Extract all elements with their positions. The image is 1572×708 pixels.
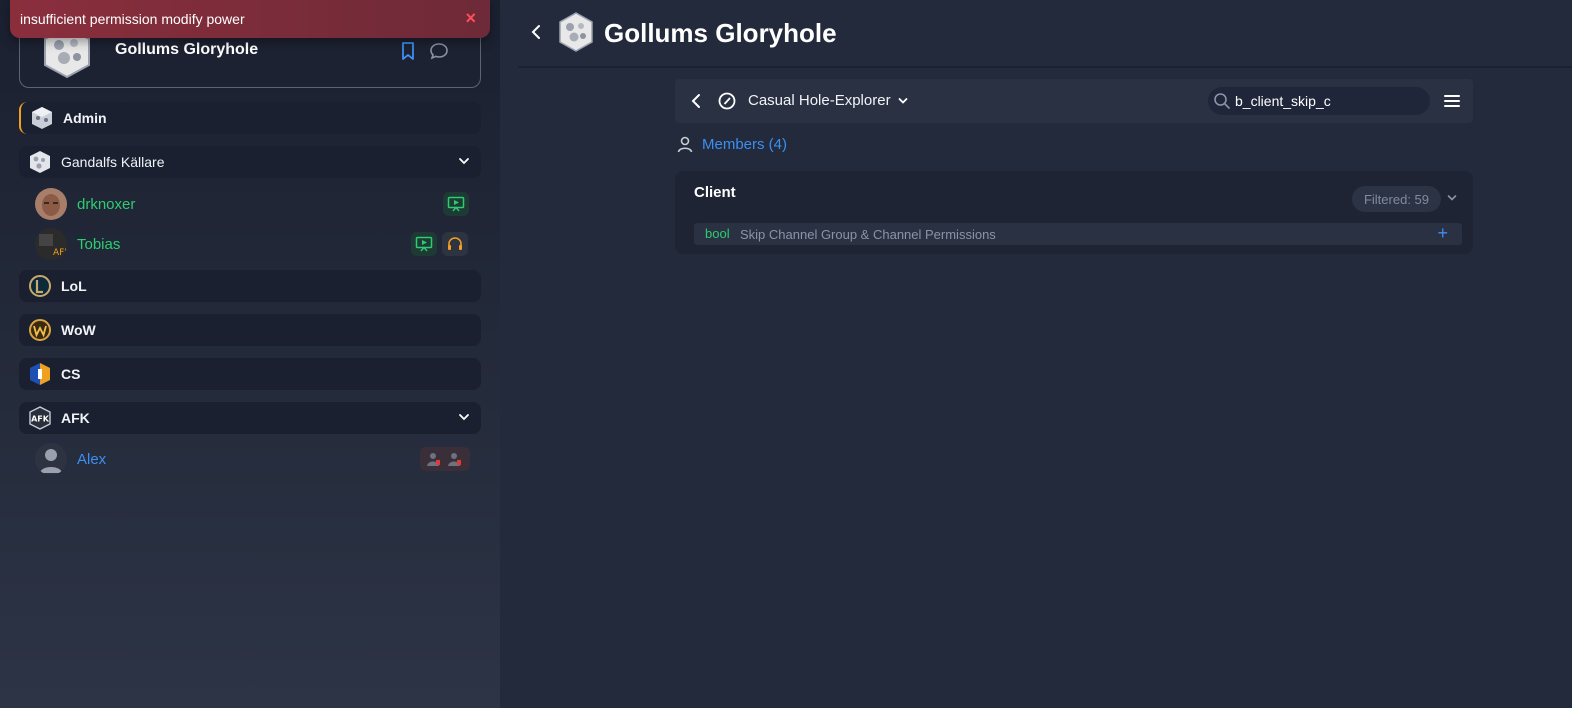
- muted-status-badge: [420, 447, 470, 471]
- permission-type: bool: [705, 226, 730, 241]
- avatar: [35, 188, 67, 220]
- muted-speaker-mic-icon: [427, 453, 461, 466]
- error-toast: insufficient permission modify power ×: [10, 0, 490, 38]
- panel-title: Client: [694, 184, 736, 201]
- channel-label: CS: [61, 366, 81, 382]
- permission-row[interactable]: bool Skip Channel Group & Channel Permis…: [694, 223, 1462, 245]
- wow-channel-icon: [29, 319, 51, 341]
- member-name: drknoxer: [77, 196, 136, 213]
- svg-text:AFK: AFK: [31, 415, 50, 424]
- permission-panel: Client Filtered: 59 bool Skip Channel Gr…: [675, 171, 1473, 254]
- headset-icon: [448, 237, 462, 250]
- screen-share-badge[interactable]: [443, 192, 469, 216]
- member-name: Alex: [77, 451, 107, 468]
- user-icon: [677, 136, 693, 153]
- chevron-down-icon[interactable]: [1446, 192, 1458, 204]
- chat-icon[interactable]: [429, 41, 449, 61]
- avatar: AFK: [35, 228, 67, 260]
- chevron-down-icon[interactable]: [457, 410, 471, 424]
- channel-afk[interactable]: AFK AFK: [19, 402, 481, 434]
- lol-channel-icon: [29, 275, 51, 297]
- search-box[interactable]: [1208, 87, 1430, 115]
- back-arrow-icon[interactable]: [687, 91, 705, 111]
- svg-text:AFK: AFK: [53, 248, 67, 258]
- page-title: Gollums Gloryhole: [604, 18, 837, 48]
- channel-gandalfs-kallare[interactable]: Gandalfs Källare: [19, 146, 481, 178]
- member-name: Tobias: [77, 236, 121, 253]
- screen-share-icon: [415, 236, 433, 252]
- channel-label: WoW: [61, 322, 96, 338]
- back-arrow-icon[interactable]: [526, 22, 546, 42]
- channel-lol[interactable]: LoL: [19, 270, 481, 302]
- admin-channel-icon: [32, 107, 52, 129]
- hamburger-menu-icon[interactable]: [1443, 92, 1461, 110]
- permission-name: Skip Channel Group & Channel Permissions: [740, 227, 996, 242]
- bookmark-icon[interactable]: [398, 41, 418, 61]
- channel-label: AFK: [61, 410, 90, 426]
- member-item[interactable]: Alex: [33, 441, 473, 477]
- search-icon: [1214, 93, 1230, 109]
- search-input[interactable]: [1235, 91, 1420, 111]
- server-logo-icon: [559, 12, 593, 52]
- afk-channel-icon: AFK: [29, 406, 51, 430]
- channel-cs[interactable]: CS: [19, 358, 481, 390]
- chevron-down-icon: [898, 97, 907, 104]
- channel-label: Gandalfs Källare: [61, 154, 165, 170]
- main-header: Gollums Gloryhole: [518, 0, 1572, 68]
- server-channel-icon: [30, 151, 50, 173]
- toast-close-button[interactable]: ×: [465, 8, 476, 29]
- member-item[interactable]: AFK Tobias: [33, 226, 473, 262]
- ban-icon: [718, 92, 736, 110]
- channel-wow[interactable]: WoW: [19, 314, 481, 346]
- members-link-label: Members (4): [702, 135, 788, 153]
- group-name: Casual Hole-Explorer: [748, 92, 891, 109]
- toast-message: insufficient permission modify power: [20, 11, 245, 27]
- screen-share-badge[interactable]: [411, 232, 437, 256]
- group-selector[interactable]: Casual Hole-Explorer: [748, 92, 909, 109]
- add-permission-button[interactable]: +: [1437, 223, 1448, 244]
- cs-channel-icon: [30, 363, 50, 385]
- channel-admin[interactable]: Admin: [19, 102, 481, 134]
- filter-badge: Filtered: 59: [1352, 186, 1441, 212]
- chevron-down-icon[interactable]: [457, 154, 471, 168]
- avatar: [35, 443, 67, 475]
- members-link[interactable]: Members (4): [676, 135, 787, 153]
- headset-badge[interactable]: [442, 232, 468, 256]
- channel-label: Admin: [63, 110, 107, 126]
- permission-toolbar: Casual Hole-Explorer: [675, 79, 1473, 123]
- server-name: Gollums Gloryhole: [115, 41, 259, 58]
- channel-label: LoL: [61, 278, 87, 294]
- sidebar: Gollums Gloryhole insufficient permissio…: [0, 0, 500, 708]
- member-item[interactable]: drknoxer: [33, 186, 473, 222]
- screen-share-icon: [447, 196, 465, 212]
